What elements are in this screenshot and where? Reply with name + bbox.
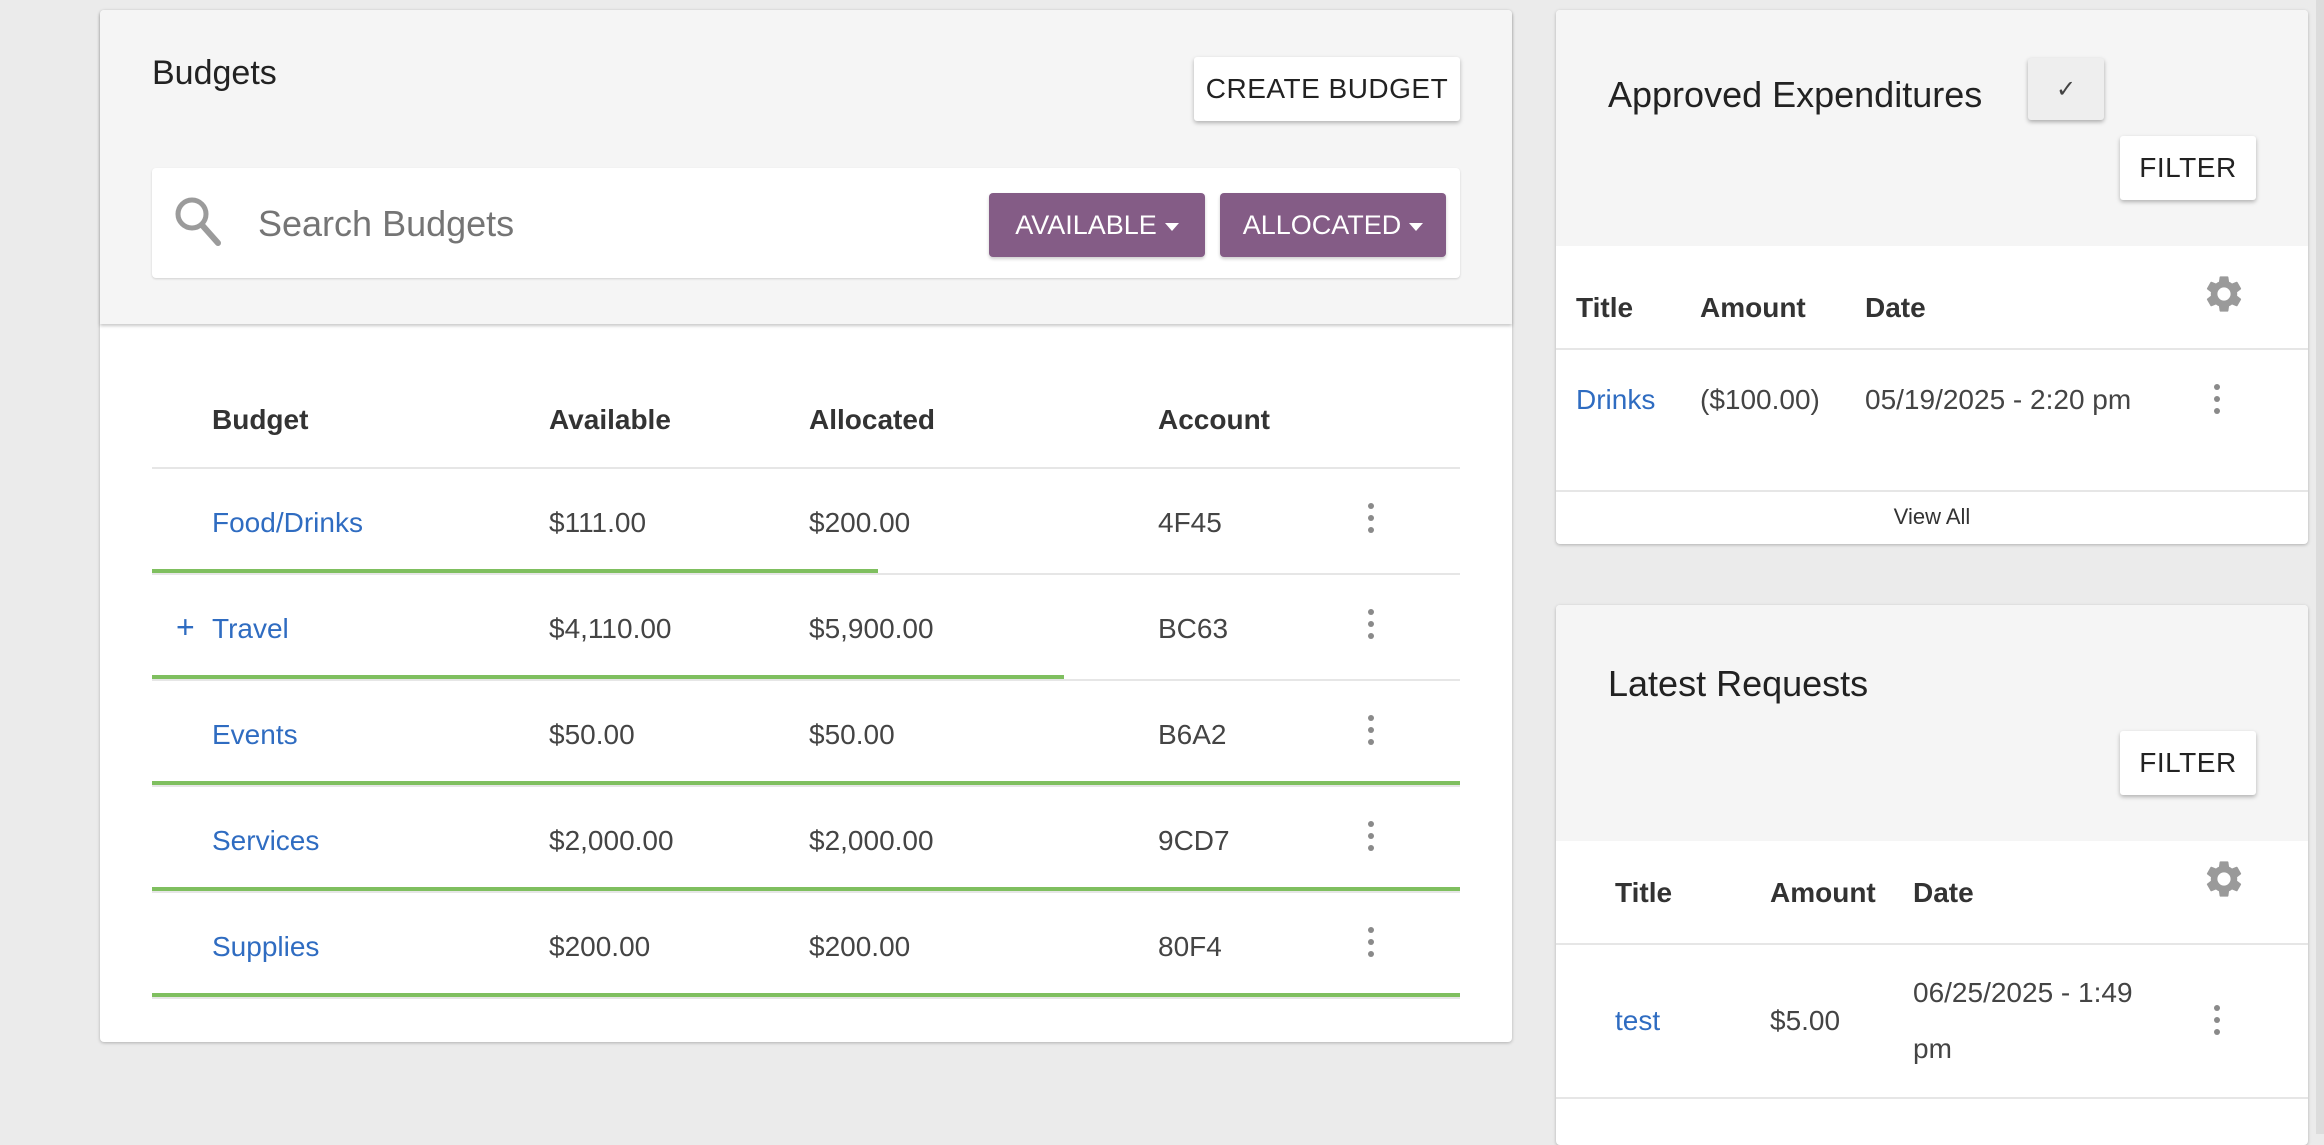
approved-row-date: 05/19/2025 - 2:20 pm — [1865, 384, 2132, 415]
more-vertical-icon[interactable] — [2214, 1005, 2220, 1035]
approved-title: Approved Expenditures — [1608, 74, 1983, 115]
more-vertical-icon[interactable] — [2214, 384, 2220, 414]
budget-available: $200.00 — [549, 931, 651, 962]
budget-account: 4F45 — [1158, 507, 1222, 538]
budget-progress-bar — [152, 781, 1460, 785]
budget-account: 9CD7 — [1158, 825, 1230, 856]
page-scrollbar[interactable] — [2316, 0, 2324, 1134]
row-divider — [152, 997, 1460, 999]
more-vertical-icon[interactable] — [1368, 715, 1374, 745]
budget-available: $2,000.00 — [549, 825, 674, 856]
budget-name-link[interactable]: Services — [212, 825, 319, 857]
latest-row-date-line2: pm — [1913, 1033, 1952, 1064]
budget-progress-bar — [152, 993, 1460, 997]
check-icon: ✓ — [2055, 75, 2077, 103]
more-vertical-icon[interactable] — [1368, 821, 1374, 851]
col-account: Account — [1158, 404, 1270, 435]
allocated-filter-label: ALLOCATED — [1242, 209, 1402, 240]
available-filter-label: AVAILABLE — [1015, 209, 1157, 240]
budgets-title: Budgets — [152, 54, 277, 92]
latest-col-amount: Amount — [1770, 877, 1876, 908]
approved-footer-divider — [1556, 490, 2308, 492]
budget-account: BC63 — [1158, 613, 1229, 644]
budget-allocated: $2,000.00 — [809, 825, 934, 856]
approved-expenditures-card: Approved Expenditures ✓ FILTER Title Amo… — [1556, 10, 2308, 544]
gear-icon[interactable] — [2202, 857, 2246, 906]
row-divider — [152, 891, 1460, 893]
search-bar: AVAILABLE ALLOCATED — [152, 168, 1460, 278]
row-divider — [152, 573, 1460, 575]
check-toggle-button[interactable]: ✓ — [2028, 58, 2104, 120]
approved-header — [1556, 10, 2308, 246]
latest-col-title: Title — [1615, 877, 1673, 908]
budget-account: 80F4 — [1158, 931, 1222, 962]
budgets-card: Budgets CREATE BUDGET AVAILABLE ALLOCATE… — [100, 10, 1512, 1042]
approved-col-title: Title — [1576, 292, 1634, 323]
available-filter-button[interactable]: AVAILABLE — [989, 193, 1205, 257]
search-input[interactable] — [256, 196, 900, 252]
allocated-filter-button[interactable]: ALLOCATED — [1220, 193, 1446, 257]
latest-row-amount: $5.00 — [1770, 1005, 1841, 1036]
latest-col-date: Date — [1913, 877, 1974, 908]
approved-header-divider — [1556, 348, 2308, 350]
col-available: Available — [549, 404, 671, 435]
budget-available: $50.00 — [549, 719, 635, 750]
approved-filter-button[interactable]: FILTER — [2120, 136, 2256, 200]
approved-col-amount: Amount — [1700, 292, 1806, 323]
latest-row-date-line1: 06/25/2025 - 1:49 — [1913, 977, 2133, 1008]
budget-progress-bar — [152, 887, 1460, 891]
budget-available: $111.00 — [549, 507, 647, 538]
budget-name-link[interactable]: Travel — [212, 613, 289, 645]
col-budget: Budget — [212, 404, 309, 435]
latest-title: Latest Requests — [1608, 663, 1869, 704]
budget-allocated: $5,900.00 — [809, 613, 934, 644]
budget-allocated: $200.00 — [809, 931, 911, 962]
view-all-link[interactable]: View All — [1556, 504, 2308, 530]
approved-row-title[interactable]: Drinks — [1576, 384, 1655, 416]
approved-col-date: Date — [1865, 292, 1926, 323]
more-vertical-icon[interactable] — [1368, 503, 1374, 533]
more-vertical-icon[interactable] — [1368, 609, 1374, 639]
more-vertical-icon[interactable] — [1368, 927, 1374, 957]
latest-requests-card: Latest Requests FILTER Title Amount Date… — [1556, 605, 2308, 1145]
col-allocated: Allocated — [809, 404, 936, 435]
budget-allocated: $50.00 — [809, 719, 895, 750]
create-budget-button[interactable]: CREATE BUDGET — [1194, 57, 1460, 121]
latest-filter-button[interactable]: FILTER — [2120, 731, 2256, 795]
row-divider — [152, 785, 1460, 787]
latest-header-divider — [1556, 943, 2308, 945]
budget-progress-bar — [152, 675, 1064, 679]
header-divider — [152, 467, 1460, 469]
caret-down-icon — [1409, 222, 1424, 231]
caret-down-icon — [1164, 222, 1179, 231]
search-icon — [172, 194, 224, 255]
budget-name-link[interactable]: Events — [212, 719, 298, 751]
latest-header — [1556, 605, 2308, 841]
budget-account: B6A2 — [1158, 719, 1227, 750]
gear-icon[interactable] — [2202, 272, 2246, 321]
expand-toggle[interactable]: + — [176, 609, 195, 646]
latest-row-divider — [1556, 1097, 2308, 1099]
row-divider — [152, 679, 1460, 681]
budget-name-link[interactable]: Food/Drinks — [212, 507, 363, 539]
approved-row-amount: ($100.00) — [1700, 384, 1820, 415]
latest-row-title[interactable]: test — [1615, 1005, 1660, 1037]
budget-available: $4,110.00 — [549, 613, 672, 644]
budget-allocated: $200.00 — [809, 507, 911, 538]
budget-progress-bar — [152, 569, 878, 573]
budget-name-link[interactable]: Supplies — [212, 931, 319, 963]
